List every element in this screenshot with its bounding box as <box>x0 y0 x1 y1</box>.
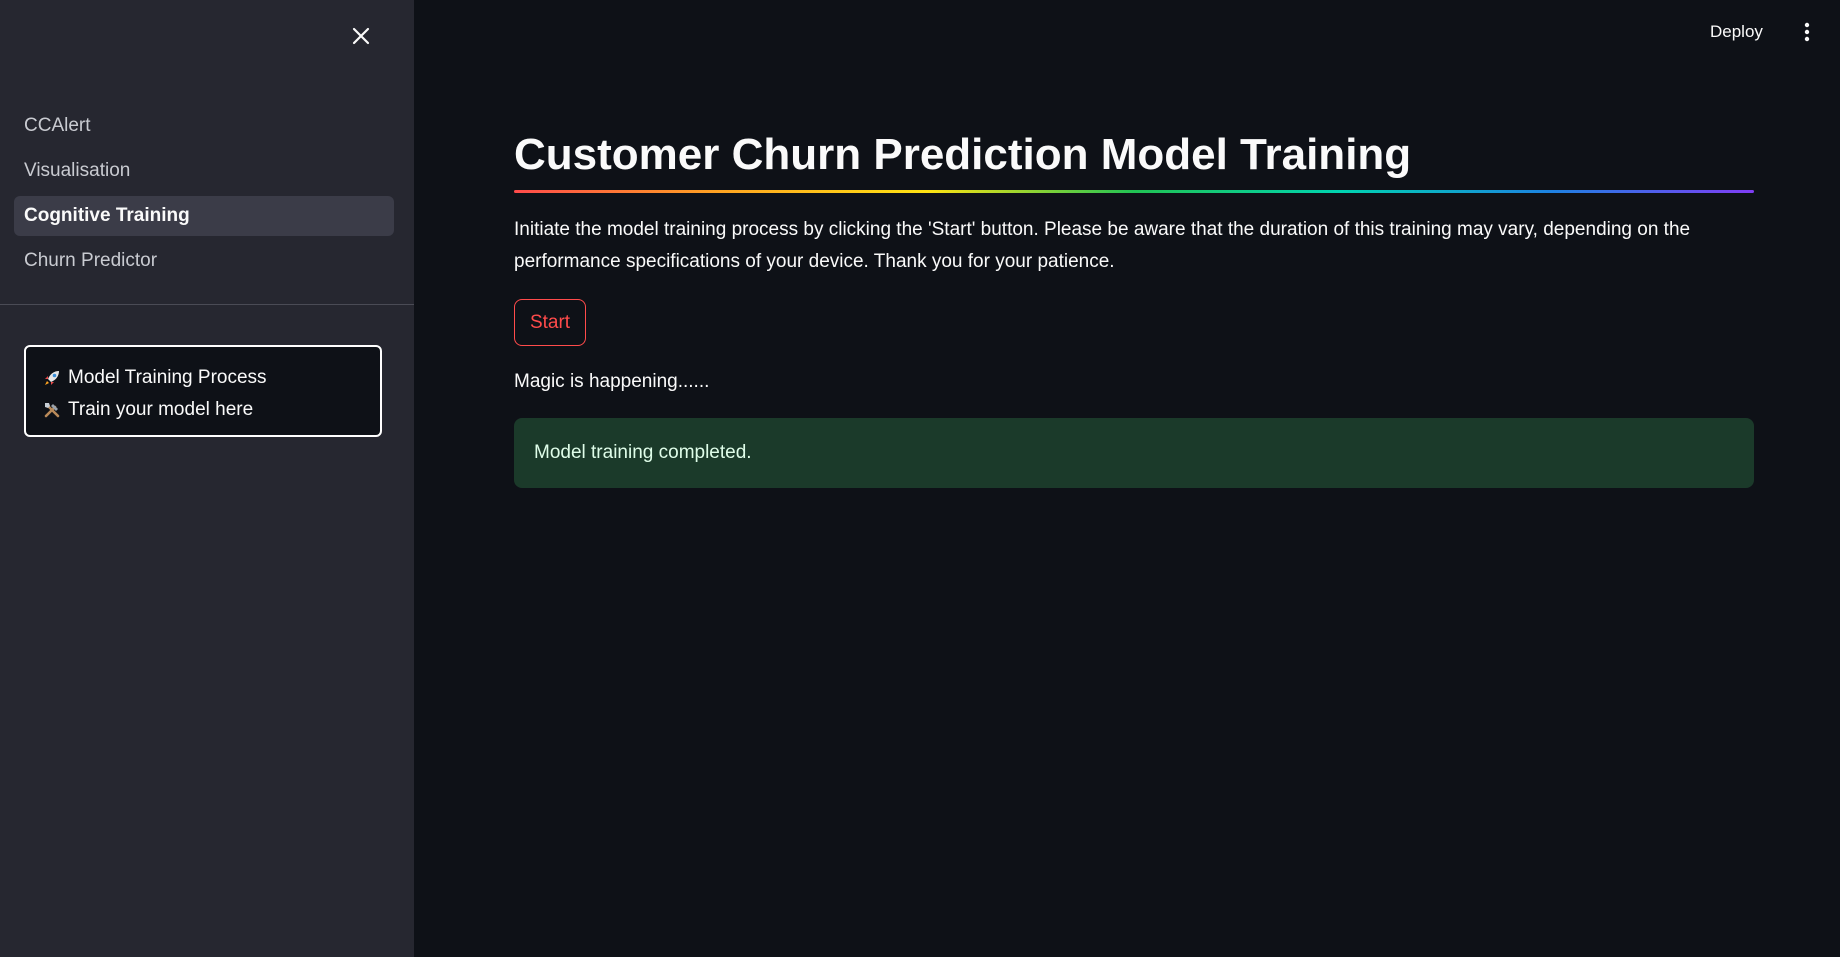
title-divider <box>514 190 1754 193</box>
sidebar-info-box: Model Training Process Train your model … <box>24 345 382 437</box>
sidebar-nav: CCAlert Visualisation Cognitive Training… <box>14 106 394 286</box>
info-line: Model Training Process <box>42 362 380 394</box>
sidebar-close-button[interactable] <box>345 20 377 52</box>
status-text: Magic is happening...... <box>514 371 710 392</box>
kebab-menu-icon <box>1804 22 1810 42</box>
info-line-text: Train your model here <box>68 399 254 420</box>
rocket-icon <box>42 368 68 388</box>
start-button[interactable]: Start <box>514 299 586 346</box>
close-icon <box>352 27 370 45</box>
sidebar-divider <box>0 304 414 305</box>
success-alert: Model training completed. <box>514 418 1754 488</box>
page-description: Initiate the model training process by c… <box>514 219 1691 272</box>
deploy-button[interactable]: Deploy <box>1710 18 1763 46</box>
sidebar-item-cognitive-training[interactable]: Cognitive Training <box>14 196 394 236</box>
main-menu-button[interactable] <box>1796 18 1818 46</box>
info-line-text: Model Training Process <box>68 367 267 388</box>
info-line: Train your model here <box>42 394 380 426</box>
sidebar: CCAlert Visualisation Cognitive Training… <box>0 0 414 957</box>
app-root: CCAlert Visualisation Cognitive Training… <box>0 0 1840 957</box>
sidebar-item-churn-predictor[interactable]: Churn Predictor <box>14 241 394 281</box>
sidebar-item-visualisation[interactable]: Visualisation <box>14 151 394 191</box>
tools-icon <box>42 400 68 420</box>
page-title: Customer Churn Prediction Model Training <box>514 130 1412 179</box>
sidebar-item-ccalert[interactable]: CCAlert <box>14 106 394 146</box>
